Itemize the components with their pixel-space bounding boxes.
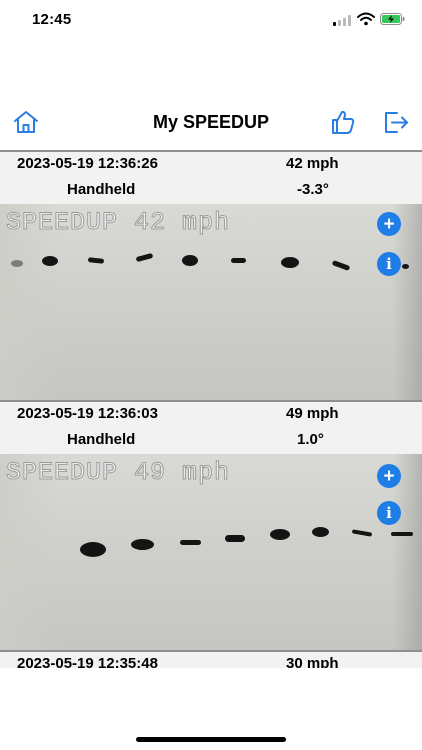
motion-blob bbox=[225, 535, 245, 542]
motion-blob bbox=[11, 260, 23, 267]
record-angle: -3.3° bbox=[297, 181, 329, 198]
motion-blob bbox=[42, 256, 58, 266]
record-speed: 30 mph bbox=[286, 655, 339, 668]
motion-blob bbox=[180, 540, 201, 545]
record-header: 2023-05-19 12:36:03 49 mph Handheld 1.0° bbox=[0, 400, 422, 454]
motion-blob bbox=[135, 252, 154, 263]
add-button[interactable]: + bbox=[377, 212, 401, 236]
divider bbox=[0, 150, 422, 152]
motion-blob bbox=[131, 539, 154, 550]
motion-blob bbox=[312, 527, 329, 537]
record-mode: Handheld bbox=[67, 431, 136, 448]
navigation-bar: My SPEEDUP bbox=[0, 100, 422, 144]
wifi-icon bbox=[357, 12, 375, 26]
record-mode: Handheld bbox=[67, 181, 136, 198]
like-button[interactable] bbox=[328, 108, 358, 136]
motion-blob bbox=[182, 255, 198, 266]
record-timestamp: 2023-05-19 12:35:48 bbox=[17, 655, 158, 668]
record-photo[interactable]: SPEEDUP 42 mph + i bbox=[0, 204, 422, 400]
motion-blob bbox=[331, 260, 351, 271]
divider bbox=[0, 400, 422, 402]
motion-blob bbox=[351, 529, 373, 537]
record-item[interactable]: 2023-05-19 12:36:26 42 mph Handheld -3.3… bbox=[0, 150, 422, 400]
exit-button[interactable] bbox=[381, 108, 411, 136]
record-speed: 49 mph bbox=[286, 405, 339, 422]
info-icon: i bbox=[386, 255, 392, 273]
motion-blob bbox=[80, 542, 106, 557]
info-icon: i bbox=[386, 504, 392, 522]
record-photo[interactable]: SPEEDUP 49 mph + i bbox=[0, 454, 422, 650]
plus-icon: + bbox=[383, 213, 395, 235]
record-angle: 1.0° bbox=[297, 431, 324, 448]
record-header: 2023-05-19 12:36:26 42 mph Handheld -3.3… bbox=[0, 150, 422, 204]
divider bbox=[0, 650, 422, 652]
record-speed: 42 mph bbox=[286, 155, 339, 172]
record-item[interactable]: 2023-05-19 12:35:48 30 mph bbox=[0, 650, 422, 668]
motion-blob bbox=[281, 257, 299, 268]
record-timestamp: 2023-05-19 12:36:03 bbox=[17, 405, 158, 422]
logout-icon bbox=[385, 112, 408, 133]
thumbs-up-icon bbox=[332, 110, 355, 134]
info-button[interactable]: i bbox=[377, 501, 401, 525]
battery-charging-icon bbox=[380, 13, 405, 25]
home-indicator bbox=[136, 737, 286, 742]
speed-record-list[interactable]: 2023-05-19 12:36:26 42 mph Handheld -3.3… bbox=[0, 150, 422, 668]
record-item[interactable]: 2023-05-19 12:36:03 49 mph Handheld 1.0°… bbox=[0, 400, 422, 650]
motion-blob bbox=[231, 258, 246, 263]
motion-blob bbox=[391, 532, 413, 536]
status-time: 12:45 bbox=[32, 11, 72, 28]
motion-blob bbox=[402, 264, 409, 269]
photo-overlay-text: SPEEDUP 42 mph bbox=[5, 208, 231, 238]
plus-icon: + bbox=[383, 465, 395, 487]
add-button[interactable]: + bbox=[377, 464, 401, 488]
cellular-signal-icon bbox=[333, 15, 351, 26]
photo-overlay-text: SPEEDUP 49 mph bbox=[5, 458, 231, 488]
info-button[interactable]: i bbox=[377, 252, 401, 276]
motion-blob bbox=[87, 257, 105, 264]
page-title: My SPEEDUP bbox=[152, 112, 270, 132]
motion-blob bbox=[270, 529, 290, 540]
status-bar: 12:45 bbox=[0, 0, 422, 44]
record-timestamp: 2023-05-19 12:36:26 bbox=[17, 155, 158, 172]
record-header: 2023-05-19 12:35:48 30 mph bbox=[0, 650, 422, 668]
